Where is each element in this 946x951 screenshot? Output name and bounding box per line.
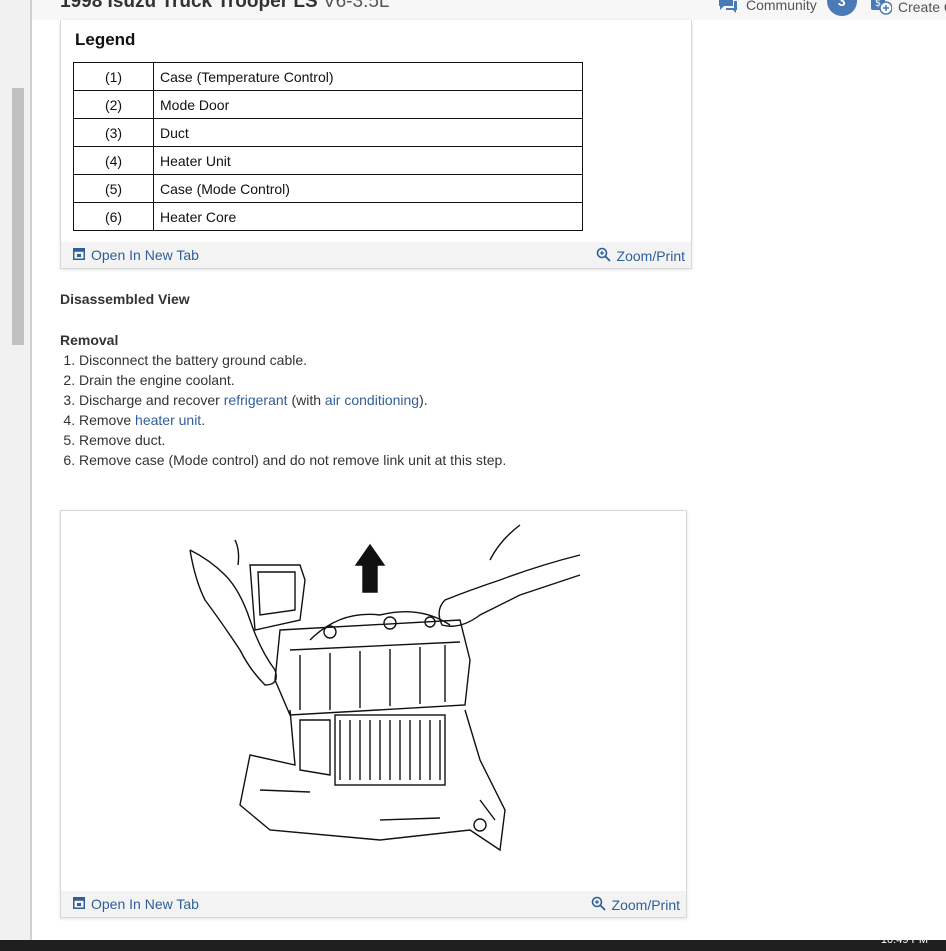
zoom-print-label: Zoom/Print: [611, 897, 680, 913]
open-new-tab-icon: [73, 247, 85, 263]
scrollbar[interactable]: [0, 0, 31, 940]
engine-label: V6-3.5L: [322, 0, 390, 12]
zoom-print-link[interactable]: Zoom/Print: [596, 247, 685, 265]
removal-steps: Disconnect the battery ground cable. Dra…: [60, 350, 506, 470]
open-new-tab-icon: [73, 896, 85, 912]
page-title: 1998 Isuzu Truck Trooper LS V6-3.5L: [60, 0, 389, 13]
legend-title: Legend: [75, 30, 136, 49]
content-divider: [30, 0, 32, 940]
removal-step: Remove case (Mode control) and do not re…: [79, 450, 506, 470]
create-quote-button[interactable]: $ Create Quote: [870, 0, 946, 19]
legend-label: Case (Mode Control): [153, 174, 583, 203]
legend-row: (6) Heater Core: [73, 202, 583, 231]
removal-step: Discharge and recover refrigerant (with …: [79, 390, 506, 410]
image-box-footer: Open In New Tab Zoom/Print: [61, 891, 686, 917]
open-in-new-tab-link[interactable]: Open In New Tab: [73, 247, 199, 263]
removal-heading: Removal: [60, 332, 119, 348]
taskbar-clock: 10:49 PM: [880, 934, 928, 946]
legend-num: (3): [73, 118, 154, 147]
disassembled-view-heading: Disassembled View: [60, 291, 190, 307]
open-in-new-tab-label: Open In New Tab: [91, 247, 199, 263]
heater-unit-disassembly-diagram: [189, 524, 581, 852]
os-taskbar: 10:49 PM: [0, 934, 946, 951]
legend-num: (4): [73, 146, 154, 175]
legend-table: (1) Case (Temperature Control) (2) Mode Do…: [73, 62, 583, 231]
legend-label: Case (Temperature Control): [153, 62, 583, 91]
community-button[interactable]: Community 3: [718, 0, 857, 16]
zoom-print-label: Zoom/Print: [616, 248, 685, 264]
legend-num: (5): [73, 174, 154, 203]
legend-num: (1): [73, 62, 154, 91]
up-arrow-icon: [354, 543, 386, 593]
zoom-icon: [591, 896, 606, 914]
vehicle-title: 1998 Isuzu Truck Trooper LS: [60, 0, 318, 12]
image-box-footer: Open In New Tab Zoom/Print: [61, 242, 691, 268]
legend-row: (2) Mode Door: [73, 90, 583, 119]
legend-label: Mode Door: [153, 90, 583, 119]
heater-unit-link[interactable]: heater unit: [135, 412, 201, 428]
create-quote-label: Create Quote: [898, 0, 946, 15]
removal-step: Drain the engine coolant.: [79, 370, 506, 390]
removal-step: Remove heater unit.: [79, 410, 506, 430]
legend-num: (6): [73, 202, 154, 231]
create-quote-icon: $: [870, 0, 893, 19]
legend-row: (5) Case (Mode Control): [73, 174, 583, 203]
community-count-badge: 3: [826, 0, 857, 16]
legend-row: (3) Duct: [73, 118, 583, 147]
legend-row: (1) Case (Temperature Control): [73, 62, 583, 91]
removal-step: Disconnect the battery ground cable.: [79, 350, 506, 370]
air-conditioning-link[interactable]: air conditioning: [325, 392, 419, 408]
removal-step: Remove duct.: [79, 430, 506, 450]
open-in-new-tab-link[interactable]: Open In New Tab: [73, 896, 199, 912]
legend-row: (4) Heater Unit: [73, 146, 583, 175]
open-in-new-tab-label: Open In New Tab: [91, 896, 199, 912]
legend-label: Duct: [153, 118, 583, 147]
legend-label: Heater Core: [153, 202, 583, 231]
community-icon: [718, 0, 738, 14]
scrollbar-thumb[interactable]: [12, 88, 24, 345]
legend-label: Heater Unit: [153, 146, 583, 175]
legend-image-box: Legend (1) Case (Temperature Control) (2)…: [60, 20, 692, 269]
zoom-print-link[interactable]: Zoom/Print: [591, 896, 680, 914]
community-label: Community: [746, 0, 817, 13]
zoom-icon: [596, 247, 611, 265]
legend-num: (2): [73, 90, 154, 119]
refrigerant-link[interactable]: refrigerant: [224, 392, 288, 408]
page-header: 1998 Isuzu Truck Trooper LS V6-3.5L Comm…: [32, 0, 946, 20]
